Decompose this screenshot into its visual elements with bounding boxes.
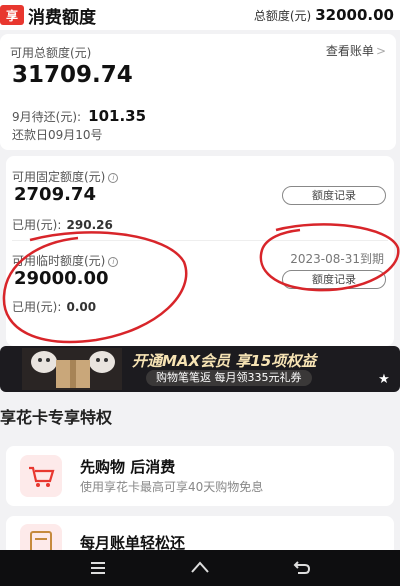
temp-used-amount: 0.00 xyxy=(66,300,97,314)
available-total-card: 可用总额度(元) 查看账单 > 31709.74 9月待还(元): 101.35 … xyxy=(0,34,396,150)
quota-card: 可用固定额度(元) i 2709.74 额度记录 已用(元): 290.26 可用… xyxy=(6,156,394,346)
privilege-title: 先购物 后消费 xyxy=(80,458,176,476)
max-membership-banner[interactable]: 开通MAX会员 享15项权益 购物笔笔返 每月领335元礼券 ★ xyxy=(0,346,400,392)
temp-quota-label: 可用临时额度(元) xyxy=(12,254,106,268)
divider xyxy=(12,240,388,241)
info-icon[interactable]: i xyxy=(108,173,119,183)
fixed-used-label: 已用(元): xyxy=(12,218,62,232)
banner-subline: 购物笔笔返 每月领335元礼券 xyxy=(146,370,312,386)
available-total-label: 可用总额度(元) xyxy=(10,46,92,60)
privileges-section-title: 享花卡专享特权 xyxy=(0,408,113,427)
due-row: 9月待还(元): 101.35 xyxy=(12,106,146,125)
temp-quota-label-row: 可用临时额度(元) i xyxy=(12,250,119,269)
back-icon[interactable] xyxy=(292,558,312,578)
brand-logo-icon: 享 xyxy=(0,5,24,25)
temp-quota-expiry: 2023-08-31到期 xyxy=(290,252,384,266)
app-header: 享 消费额度 总额度(元) 32000.00 xyxy=(0,0,400,30)
banner-headline: 开通MAX会员 享15项权益 xyxy=(132,352,317,370)
fixed-quota-label: 可用固定额度(元) xyxy=(12,170,106,184)
privilege-item[interactable]: 先购物 后消费 使用享花卡最高可享40天购物免息 xyxy=(6,446,394,506)
fixed-quota-record-button[interactable]: 额度记录 xyxy=(282,186,386,205)
menu-icon[interactable] xyxy=(88,558,108,578)
temp-quota-amount: 29000.00 xyxy=(14,268,109,289)
temp-used-row: 已用(元): 0.00 xyxy=(12,296,96,315)
info-icon[interactable]: i xyxy=(108,257,119,267)
shopping-cart-icon xyxy=(20,455,62,497)
chevron-right-icon: > xyxy=(375,44,386,58)
star-icon: ★ xyxy=(378,372,390,387)
due-label: 9月待还(元): xyxy=(12,110,82,124)
available-total-amount: 31709.74 xyxy=(12,62,133,88)
fixed-used-row: 已用(元): 290.26 xyxy=(12,214,113,233)
home-icon[interactable] xyxy=(190,558,210,578)
temp-quota-record-button[interactable]: 额度记录 xyxy=(282,270,386,289)
due-amount: 101.35 xyxy=(88,107,147,125)
privilege-desc: 使用享花卡最高可享40天购物免息 xyxy=(80,480,264,494)
page: 享 消费额度 总额度(元) 32000.00 可用总额度(元) 查看账单 > 317… xyxy=(0,0,400,586)
temp-used-label: 已用(元): xyxy=(12,300,62,314)
total-quota-label: 总额度(元) xyxy=(253,9,312,23)
page-title: 消费额度 xyxy=(28,7,96,28)
fixed-quota-label-row: 可用固定额度(元) i xyxy=(12,166,119,185)
gift-box-illustration-icon xyxy=(22,348,122,390)
total-quota: 总额度(元) 32000.00 xyxy=(254,6,394,24)
fixed-used-amount: 290.26 xyxy=(66,218,113,232)
view-bill-label: 查看账单 xyxy=(325,44,374,58)
fixed-quota-amount: 2709.74 xyxy=(14,184,96,205)
view-bill-link[interactable]: 查看账单 > xyxy=(326,42,386,59)
repay-date: 还款日09月10号 xyxy=(12,128,103,142)
system-nav-bar xyxy=(0,550,400,586)
total-quota-amount: 32000.00 xyxy=(315,6,394,24)
